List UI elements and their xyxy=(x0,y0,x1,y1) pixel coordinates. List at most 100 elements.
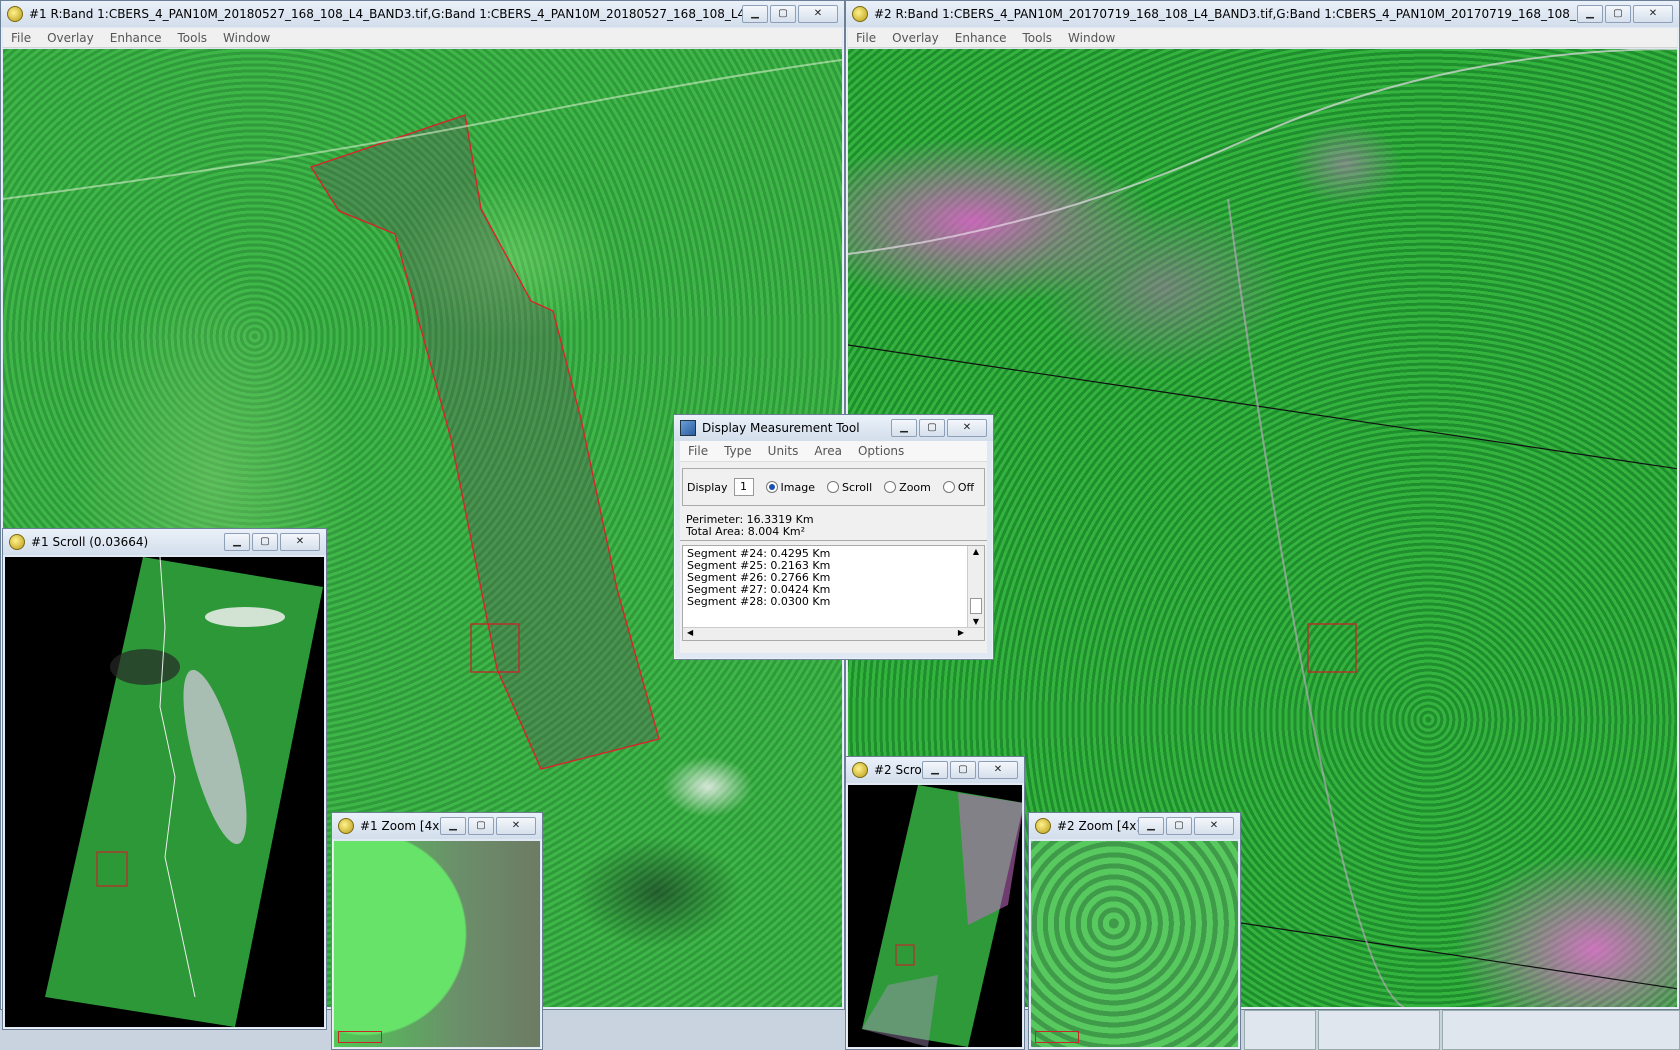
radio-icon xyxy=(884,481,897,493)
measurement-stats: Perimeter: 16.3319 Km Total Area: 8.004 … xyxy=(680,512,987,541)
menu-overlay[interactable]: Overlay xyxy=(39,31,102,45)
window-title: #1 Zoom [4x] xyxy=(360,819,440,833)
menu-bar: File Overlay Enhance Tools Window xyxy=(848,28,1677,48)
window-title: #2 R:Band 1:CBERS_4_PAN10M_20170719_168_… xyxy=(874,7,1577,21)
radio-icon xyxy=(942,481,955,493)
scroll-window-1[interactable]: #1 Scroll (0.03664) ▁ ▢ ✕ xyxy=(2,528,327,1030)
scroll-view[interactable] xyxy=(848,785,1022,1047)
minimize-button[interactable]: ▁ xyxy=(1577,5,1603,23)
scroll-window-2[interactable]: #2 Scro... ▁ ▢ ✕ xyxy=(845,756,1025,1050)
title-bar[interactable]: Display Measurement Tool ▁ ▢ ✕ xyxy=(674,415,993,441)
list-item: Segment #28: 0.0300 Km xyxy=(687,595,831,608)
close-button[interactable]: ✕ xyxy=(947,419,987,437)
zoom-controls-icon[interactable] xyxy=(338,1031,382,1043)
close-button[interactable]: ✕ xyxy=(280,533,320,551)
title-bar[interactable]: #2 Zoom [4x] ▁ ▢ ✕ xyxy=(1029,813,1240,839)
dialog-menu-bar: File Type Units Area Options xyxy=(680,441,987,462)
minimize-button[interactable]: ▁ xyxy=(742,5,768,23)
title-bar[interactable]: #2 Scro... ▁ ▢ ✕ xyxy=(846,757,1024,783)
app-icon xyxy=(7,6,23,22)
scroll-thumb[interactable] xyxy=(970,598,982,614)
maximize-button[interactable]: ▢ xyxy=(1605,5,1631,23)
menu-area[interactable]: Area xyxy=(806,444,850,458)
display-number-field[interactable]: 1 xyxy=(733,478,754,496)
menu-file[interactable]: File xyxy=(3,31,39,45)
radio-selected-icon xyxy=(765,481,778,493)
menu-bar: File Overlay Enhance Tools Window xyxy=(3,28,842,48)
maximize-button[interactable]: ▢ xyxy=(919,419,945,437)
menu-tools[interactable]: Tools xyxy=(169,31,215,45)
radio-label: Scroll xyxy=(842,480,873,494)
scroll-right-arrow-icon[interactable]: ▶ xyxy=(958,627,964,639)
title-bar[interactable]: #1 Scroll (0.03664) ▁ ▢ ✕ xyxy=(3,529,326,555)
maximize-button[interactable]: ▢ xyxy=(252,533,278,551)
close-button[interactable]: ✕ xyxy=(496,817,536,835)
app-icon xyxy=(852,762,868,778)
title-bar[interactable]: #1 Zoom [4x] ▁ ▢ ✕ xyxy=(332,813,542,839)
display-selector-row: Display 1 Image Scroll Zoom Off xyxy=(682,468,985,506)
taskbar-stub[interactable] xyxy=(1244,1010,1316,1050)
zoom-window-2[interactable]: #2 Zoom [4x] ▁ ▢ ✕ xyxy=(1028,812,1241,1050)
scroll-left-arrow-icon[interactable]: ◀ xyxy=(687,627,693,639)
measure-tool-icon xyxy=(680,420,696,436)
segment-list[interactable]: Segment #24: 0.4295 Km Segment #25: 0.21… xyxy=(682,545,985,641)
minimize-button[interactable]: ▁ xyxy=(440,817,466,835)
menu-enhance[interactable]: Enhance xyxy=(102,31,170,45)
radio-label: Image xyxy=(780,480,815,494)
minimize-button[interactable]: ▁ xyxy=(891,419,917,437)
display-label: Display xyxy=(687,480,728,494)
menu-window[interactable]: Window xyxy=(215,31,278,45)
menu-file[interactable]: File xyxy=(848,31,884,45)
window-title: Display Measurement Tool xyxy=(702,421,860,435)
radio-zoom[interactable]: Zoom xyxy=(884,481,931,494)
menu-units[interactable]: Units xyxy=(760,444,807,458)
vertical-scrollbar[interactable]: ▲ ▼ xyxy=(967,546,984,628)
zoom-controls-icon[interactable] xyxy=(1035,1031,1079,1043)
maximize-button[interactable]: ▢ xyxy=(1166,817,1192,835)
maximize-button[interactable]: ▢ xyxy=(950,761,976,779)
app-icon xyxy=(852,6,868,22)
measurement-tool-dialog[interactable]: Display Measurement Tool ▁ ▢ ✕ File Type… xyxy=(673,414,994,660)
minimize-button[interactable]: ▁ xyxy=(1138,817,1164,835)
app-icon xyxy=(1035,818,1051,834)
menu-tools[interactable]: Tools xyxy=(1014,31,1060,45)
window-title: #2 Scro... xyxy=(874,763,922,777)
menu-type[interactable]: Type xyxy=(716,444,760,458)
radio-label: Zoom xyxy=(899,480,931,494)
menu-window[interactable]: Window xyxy=(1060,31,1123,45)
dialog-body: File Type Units Area Options Display 1 I… xyxy=(680,441,987,653)
title-bar[interactable]: #1 R:Band 1:CBERS_4_PAN10M_20180527_168_… xyxy=(1,1,844,27)
close-button[interactable]: ✕ xyxy=(798,5,838,23)
horizontal-scrollbar[interactable]: ◀ ▶ xyxy=(683,627,984,640)
menu-overlay[interactable]: Overlay xyxy=(884,31,947,45)
zoom-view[interactable] xyxy=(1031,841,1238,1047)
close-button[interactable]: ✕ xyxy=(978,761,1018,779)
window-title: #1 R:Band 1:CBERS_4_PAN10M_20180527_168_… xyxy=(29,7,742,21)
zoom-view[interactable] xyxy=(334,841,540,1047)
radio-label: Off xyxy=(957,480,975,494)
window-title: #1 Scroll (0.03664) xyxy=(31,535,149,549)
radio-off[interactable]: Off xyxy=(942,480,975,494)
taskbar-stub[interactable] xyxy=(1318,1010,1440,1050)
scroll-up-arrow-icon[interactable]: ▲ xyxy=(968,546,984,558)
minimize-button[interactable]: ▁ xyxy=(224,533,250,551)
scroll-view[interactable] xyxy=(5,557,324,1027)
close-button[interactable]: ✕ xyxy=(1194,817,1234,835)
menu-options[interactable]: Options xyxy=(850,444,912,458)
menu-enhance[interactable]: Enhance xyxy=(947,31,1015,45)
radio-scroll[interactable]: Scroll xyxy=(827,481,872,494)
radio-icon xyxy=(827,481,839,493)
scene-footprint xyxy=(45,557,323,1027)
close-button[interactable]: ✕ xyxy=(1633,5,1673,23)
scene-footprint xyxy=(862,785,1022,1047)
title-bar[interactable]: #2 R:Band 1:CBERS_4_PAN10M_20170719_168_… xyxy=(846,1,1679,27)
minimize-button[interactable]: ▁ xyxy=(922,761,948,779)
maximize-button[interactable]: ▢ xyxy=(770,5,796,23)
menu-file[interactable]: File xyxy=(680,444,716,458)
maximize-button[interactable]: ▢ xyxy=(468,817,494,835)
taskbar-stub[interactable] xyxy=(1442,1010,1680,1050)
app-icon xyxy=(338,818,354,834)
radio-image[interactable]: Image xyxy=(765,480,815,494)
app-icon xyxy=(9,534,25,550)
zoom-window-1[interactable]: #1 Zoom [4x] ▁ ▢ ✕ xyxy=(331,812,543,1050)
